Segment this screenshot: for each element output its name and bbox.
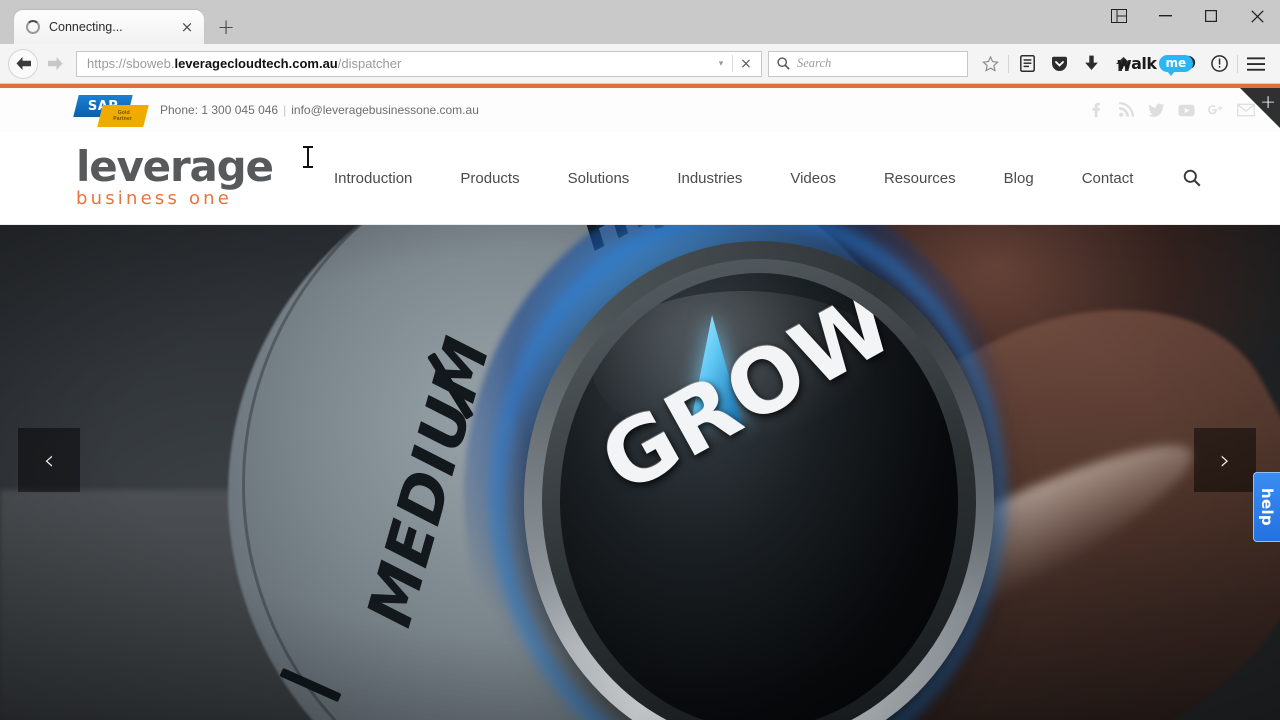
tab-close-icon[interactable]: × (178, 18, 196, 36)
logo-line1: leverage (76, 141, 274, 191)
nav-item-solutions[interactable]: Solutions (544, 170, 654, 187)
url-text: https://sboweb.leveragecloudtech.com.au/… (87, 56, 710, 71)
hero-background-image: MEDIUM HI (0, 225, 1280, 720)
loading-spinner-icon (26, 20, 40, 34)
maximize-button[interactable] (1188, 0, 1234, 32)
star-icon[interactable] (974, 49, 1006, 79)
logo-line2: business one (76, 188, 233, 210)
info-icon[interactable] (1203, 49, 1235, 79)
browser-window: Connecting... × + https://sboweb.leverag… (0, 0, 1280, 720)
browser-tab[interactable]: Connecting... × (14, 10, 204, 44)
stop-loading-button[interactable]: × (733, 56, 759, 72)
site-topbar: SAP Gold Partner Phone: 1 300 045 046 | in… (0, 88, 1280, 132)
search-placeholder: Search (797, 56, 832, 70)
nav-item-products[interactable]: Products (436, 170, 543, 187)
phone-label: Phone: 1 300 045 046 (160, 103, 279, 117)
contact-separator: | (283, 103, 287, 117)
rss-icon[interactable] (1116, 100, 1136, 120)
menu-icon[interactable] (1240, 49, 1272, 79)
browser-toolbar-icons: walk me (974, 49, 1272, 79)
forward-button (40, 49, 70, 79)
walkme-pill: me (1158, 55, 1194, 76)
help-tab-button[interactable]: help (1253, 472, 1280, 542)
plus-icon: + (1260, 91, 1276, 113)
url-scheme: https://sboweb. (87, 56, 175, 71)
search-input[interactable]: Search (768, 50, 968, 77)
panel-icon[interactable] (1096, 0, 1142, 32)
url-bar[interactable]: https://sboweb.leveragecloudtech.com.au/… (76, 50, 762, 77)
googleplus-icon[interactable] (1206, 100, 1226, 120)
nav-item-blog[interactable]: Blog (980, 170, 1058, 187)
twitter-icon[interactable] (1146, 100, 1166, 120)
browser-titlebar: Connecting... × + (0, 0, 1280, 44)
nav-item-videos[interactable]: Videos (766, 170, 860, 187)
contact-line: Phone: 1 300 045 046 | info@leveragebusine… (160, 103, 479, 117)
main-navigation: Introduction Products Solutions Industri… (310, 169, 1201, 187)
social-links (1086, 100, 1256, 120)
url-path: /dispatcher (337, 56, 402, 71)
youtube-icon[interactable] (1176, 100, 1196, 120)
site-header: leverage business one Introduction Produ… (0, 132, 1280, 225)
facebook-icon[interactable] (1086, 100, 1106, 120)
download-icon[interactable] (1075, 49, 1107, 79)
back-button[interactable] (8, 48, 38, 79)
pocket-icon[interactable] (1043, 49, 1075, 79)
nav-item-industries[interactable]: Industries (653, 170, 766, 187)
url-domain: leveragecloudtech.com.au (174, 56, 338, 71)
reader-icon[interactable] (1011, 49, 1043, 79)
dial-knob: GROWTH (560, 273, 958, 720)
walkme-word: walk (1116, 54, 1157, 73)
help-tab-label: help (1258, 488, 1276, 526)
minimize-button[interactable] (1142, 0, 1188, 32)
nav-item-introduction[interactable]: Introduction (310, 170, 436, 187)
sap-gold-partner-logo: SAP Gold Partner (73, 93, 149, 127)
carousel-prev-button[interactable]: ‹ (18, 428, 80, 492)
search-icon (777, 57, 790, 70)
browser-navbar: https://sboweb.leveragecloudtech.com.au/… (0, 44, 1280, 84)
url-dropdown-icon[interactable]: ▾ (710, 58, 732, 69)
toolbar-divider-2 (1237, 54, 1238, 73)
nav-item-contact[interactable]: Contact (1058, 170, 1158, 187)
site-logo[interactable]: leverage business one (76, 141, 274, 210)
carousel-next-button[interactable]: › (1194, 428, 1256, 492)
sap-tier-line2: Partner (112, 116, 132, 122)
search-icon[interactable] (1183, 169, 1201, 187)
web-page: SAP Gold Partner Phone: 1 300 045 046 | in… (0, 88, 1280, 720)
tab-title: Connecting... (49, 20, 123, 34)
toolbar-divider (1008, 54, 1009, 73)
email-label[interactable]: info@leveragebusinessone.com.au (291, 103, 479, 117)
corner-expand-button[interactable]: + (1240, 88, 1280, 128)
text-cursor (303, 146, 313, 168)
nav-item-resources[interactable]: Resources (860, 170, 980, 187)
window-controls (1096, 0, 1280, 32)
new-tab-button[interactable]: + (212, 13, 240, 41)
close-button[interactable] (1234, 0, 1280, 32)
hero-carousel: MEDIUM HI (0, 225, 1280, 720)
walkme-icon[interactable]: walk me (1117, 49, 1194, 79)
dial-graphic: MEDIUM HI (228, 225, 1168, 720)
